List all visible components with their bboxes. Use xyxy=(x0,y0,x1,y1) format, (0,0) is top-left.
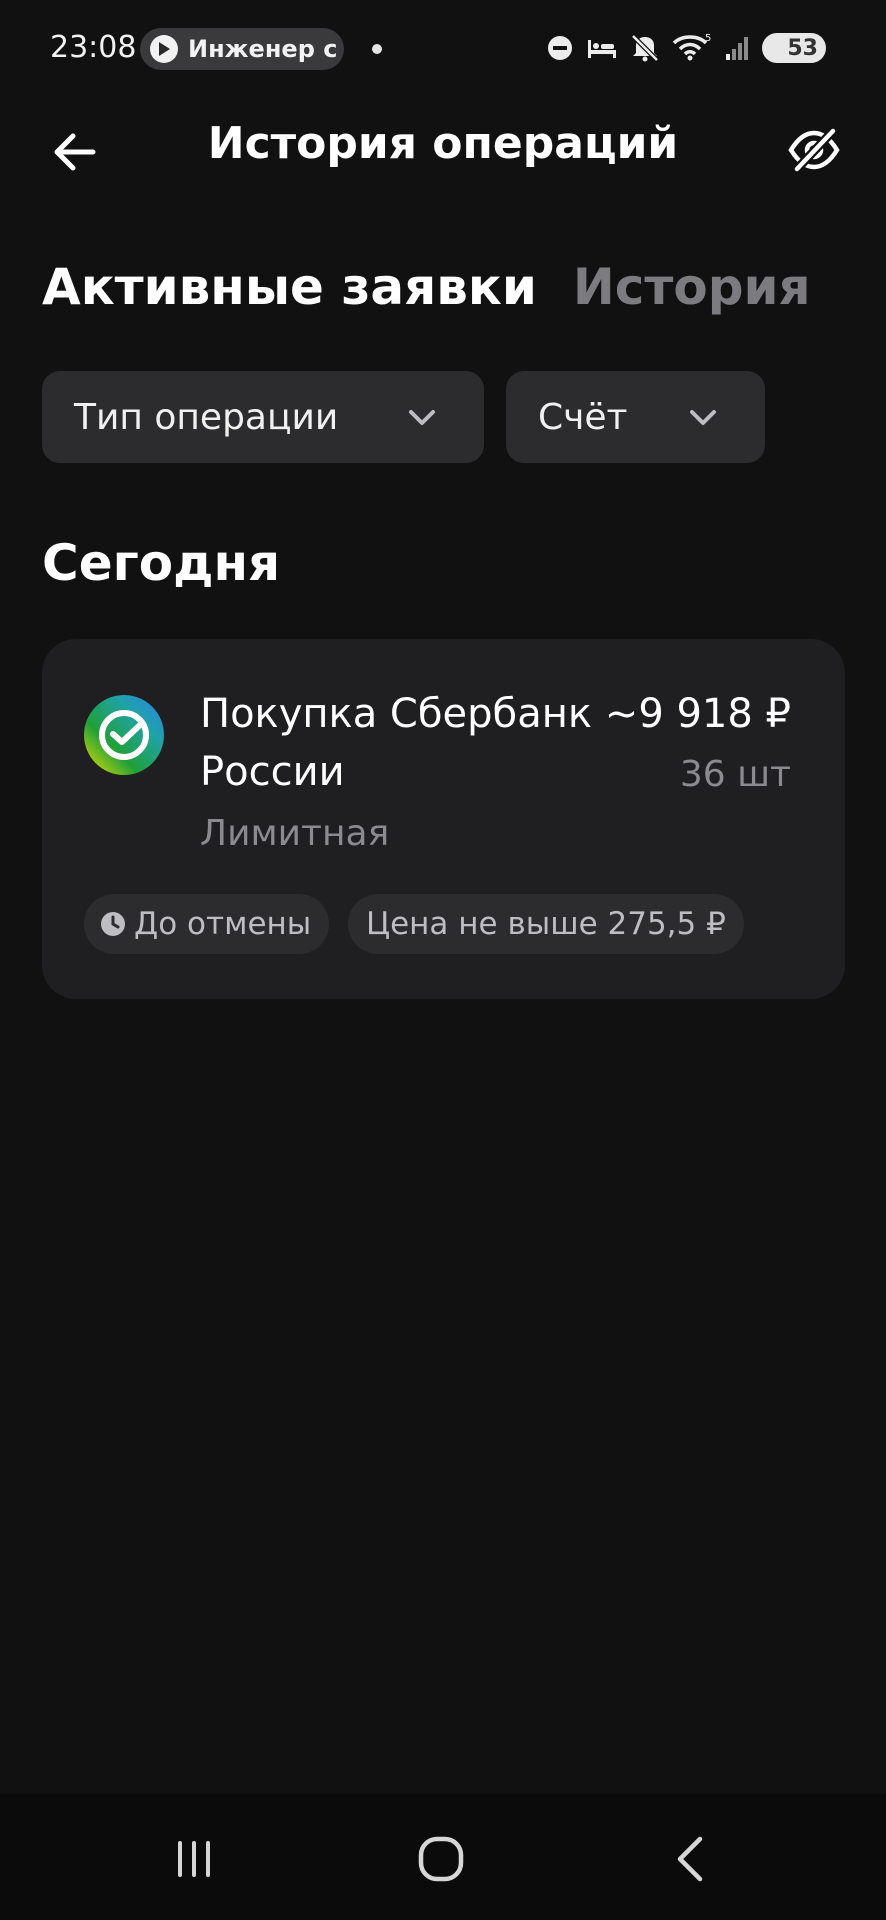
operation-quantity: 36 шт xyxy=(679,754,791,795)
hide-amounts-button[interactable] xyxy=(784,120,844,180)
chevron-left-icon xyxy=(677,1836,703,1882)
sberbank-logo-icon xyxy=(84,695,164,775)
operation-order-type: Лимитная xyxy=(200,813,390,854)
home-button[interactable] xyxy=(401,1824,481,1894)
chevron-down-icon xyxy=(690,410,716,425)
recent-apps-icon xyxy=(178,1841,210,1877)
system-back-button[interactable] xyxy=(650,1824,730,1894)
section-title-today: Сегодня xyxy=(42,534,281,592)
status-bar: 23:08 Инженер с 5 53 xyxy=(0,0,886,96)
price-limit-chip-label: Цена не выше 275,5 ₽ xyxy=(366,906,726,942)
battery-level: 53 xyxy=(787,35,818,61)
validity-chip: До отмены xyxy=(84,894,330,954)
filter-label: Счёт xyxy=(538,396,628,438)
operation-amount: ~9 918 ₽ xyxy=(604,691,791,737)
dnd-icon xyxy=(548,36,572,60)
status-icons: 5 53 xyxy=(546,30,826,66)
screen: 23:08 Инженер с 5 53 История операций Ак… xyxy=(0,0,886,1920)
eye-off-icon xyxy=(788,127,840,173)
media-notification-pill[interactable]: Инженер с xyxy=(140,28,344,70)
operation-card[interactable]: Покупка Сбербанк России ~9 918 ₽ 36 шт Л… xyxy=(42,639,845,999)
account-filter[interactable]: Счёт xyxy=(506,371,765,463)
clock-icon xyxy=(100,911,126,937)
system-nav-bar xyxy=(0,1794,886,1920)
operation-title: Покупка Сбербанк России xyxy=(200,691,593,795)
wifi-badge: 5 xyxy=(705,33,711,44)
arrow-left-icon xyxy=(54,133,96,171)
tab-active-orders[interactable]: Активные заявки xyxy=(42,258,537,316)
wifi-icon: 5 xyxy=(672,33,711,61)
home-icon xyxy=(418,1836,464,1882)
recent-apps-button[interactable] xyxy=(154,1824,234,1894)
filter-label: Тип операции xyxy=(74,396,339,438)
price-limit-chip: Цена не выше 275,5 ₽ xyxy=(348,894,744,954)
operation-type-filter[interactable]: Тип операции xyxy=(42,371,484,463)
status-time: 23:08 xyxy=(50,30,137,65)
tabs: Активные заявки История xyxy=(42,258,811,316)
chevron-down-icon xyxy=(409,410,435,425)
tab-history[interactable]: История xyxy=(573,258,811,316)
bed-icon xyxy=(588,40,616,58)
mute-icon xyxy=(631,34,659,62)
signal-icon xyxy=(726,37,748,60)
page-title: История операций xyxy=(207,118,679,169)
battery-indicator: 53 xyxy=(762,33,826,63)
back-button[interactable] xyxy=(48,126,100,178)
play-icon xyxy=(150,35,178,63)
notification-dot-icon xyxy=(372,44,382,54)
validity-chip-label: До отмены xyxy=(134,906,312,942)
media-title: Инженер с xyxy=(188,35,338,63)
